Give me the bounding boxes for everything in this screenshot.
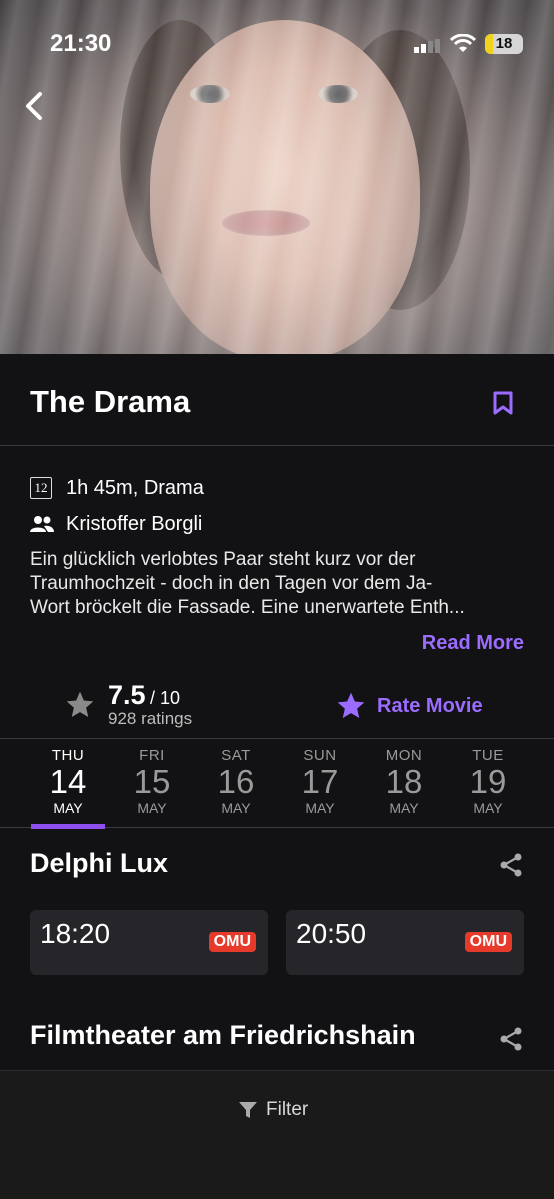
language-badge: OMU — [464, 932, 512, 952]
signal-icon — [414, 39, 440, 53]
bookmark-icon[interactable] — [492, 390, 514, 416]
back-chevron-icon[interactable] — [20, 88, 50, 124]
rating-count: 928 ratings — [108, 709, 193, 728]
movie-title: The Drama — [30, 384, 191, 419]
showtime: 18:20 — [40, 918, 111, 949]
filter-button[interactable]: Filter — [238, 1099, 308, 1121]
showtime-card[interactable]: 20:50 OMU — [286, 910, 524, 975]
cinema-name: Delphi Lux — [30, 848, 169, 878]
date-tab[interactable]: SUN 17 MAY — [280, 747, 360, 816]
read-more-link[interactable]: Read More — [422, 632, 524, 655]
date-tab[interactable]: THU 14 MAY — [28, 747, 108, 829]
rating-summary: 7.5 / 10 928 ratings — [64, 680, 192, 729]
people-icon — [30, 516, 54, 532]
active-date-indicator — [31, 824, 105, 829]
star-icon — [66, 691, 94, 717]
description: Ein glücklich verlobtes Paar steht kurz … — [30, 549, 465, 618]
bottom-bar: Filter — [0, 1070, 554, 1199]
showtime-card[interactable]: 18:20 OMU — [30, 910, 268, 975]
wifi-icon — [450, 34, 476, 52]
battery-indicator: 18 — [485, 34, 523, 54]
duration-genre: 1h 45m, Drama — [66, 476, 204, 499]
share-icon[interactable] — [498, 1026, 524, 1052]
rate-movie-button[interactable]: Rate Movie — [335, 690, 483, 722]
age-rating-icon: 12 — [30, 477, 52, 499]
cinema-name: Filmtheater am Friedrichshain — [30, 1020, 416, 1050]
rating-score: 7.5 — [108, 680, 146, 710]
date-tab[interactable]: MON 18 MAY — [364, 747, 444, 816]
movie-meta: 12 1h 45m, Drama Kristoffer Borgli — [30, 470, 530, 542]
status-time: 21:30 — [50, 30, 112, 57]
share-icon[interactable] — [498, 852, 524, 878]
date-tab[interactable]: SAT 16 MAY — [196, 747, 276, 816]
star-icon — [337, 692, 365, 718]
director: Kristoffer Borgli — [66, 512, 203, 535]
status-bar: 21:30 18 — [0, 30, 554, 60]
date-tab[interactable]: TUE 19 MAY — [448, 747, 528, 816]
date-tab[interactable]: FRI 15 MAY — [112, 747, 192, 816]
filter-icon — [239, 1102, 257, 1118]
language-badge: OMU — [208, 932, 256, 952]
title-row: The Drama — [0, 354, 554, 446]
showtime: 20:50 — [296, 918, 367, 949]
date-selector: THU 14 MAY FRI 15 MAY SAT 16 MAY SUN 17 MAY MON 1… — [0, 738, 554, 829]
